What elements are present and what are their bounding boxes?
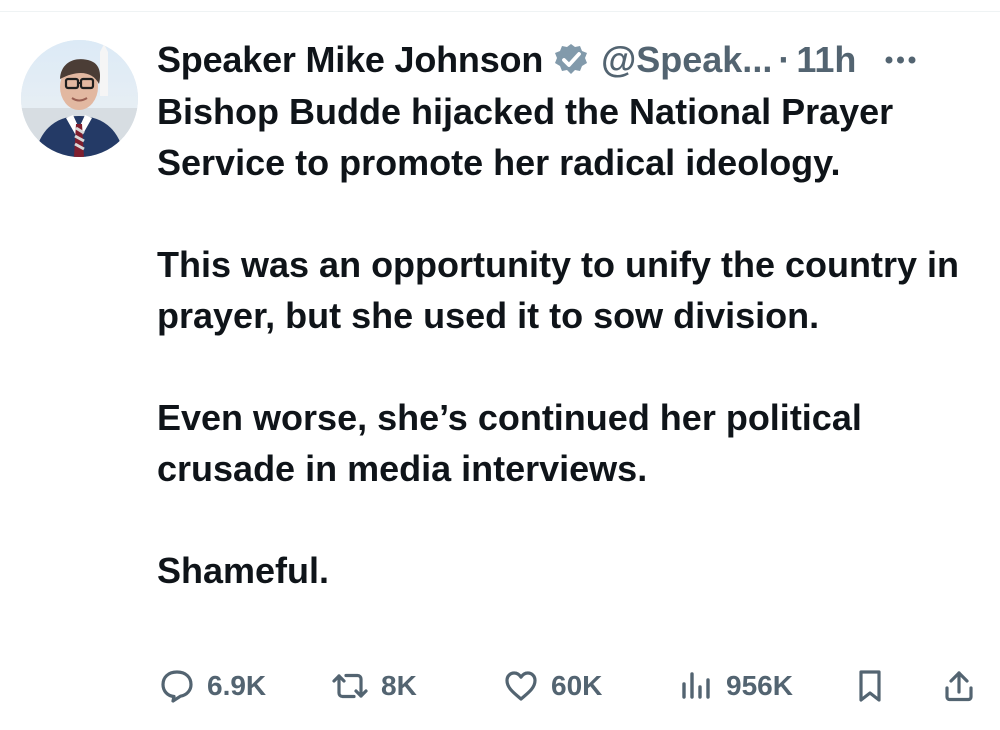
like-icon [505, 671, 537, 701]
like-count: 60K [551, 670, 603, 701]
share-action[interactable] [941, 662, 977, 710]
tweet-content: Speaker Mike Johnson @Speak... · 11h Bis… [157, 31, 987, 596]
reply-icon [161, 670, 193, 703]
share-icon [945, 671, 973, 702]
tweet-paragraph-3: Even worse, she’s continued her politica… [157, 397, 862, 489]
tweet-text: Bishop Budde hijacked the National Praye… [157, 86, 987, 596]
timestamp[interactable]: 11h [796, 31, 856, 89]
repost-count: 8K [381, 670, 417, 701]
repost-action[interactable]: 8K [329, 662, 417, 710]
tweet-card[interactable]: Speaker Mike Johnson @Speak... · 11h Bis… [0, 0, 1000, 730]
reply-action[interactable]: 6.9K [157, 662, 266, 710]
reply-count: 6.9K [207, 670, 267, 701]
repost-icon [332, 673, 368, 699]
tweet-paragraph-2: This was an opportunity to unify the cou… [157, 244, 960, 336]
verified-badge-icon [555, 44, 588, 74]
views-count: 956K [726, 670, 793, 701]
tweet-paragraph-1: Bishop Budde hijacked the National Praye… [157, 91, 894, 183]
display-name[interactable]: Speaker Mike Johnson [157, 31, 543, 89]
bookmark-icon [859, 670, 881, 702]
separator-dot: · [778, 39, 791, 80]
more-options-icon[interactable] [884, 54, 917, 66]
bookmark-action[interactable] [853, 662, 887, 710]
tweet-paragraph-4: Shameful. [157, 550, 330, 591]
handle[interactable]: @Speak... [601, 31, 772, 89]
tweet-header: Speaker Mike Johnson @Speak... · 11h [157, 31, 987, 89]
tweet-actions: 6.9K 8K 60K 956K [157, 662, 987, 710]
like-action[interactable]: 60K [501, 662, 602, 710]
avatar[interactable] [21, 40, 138, 157]
views-action[interactable]: 956K [678, 662, 793, 710]
views-icon [682, 672, 710, 699]
